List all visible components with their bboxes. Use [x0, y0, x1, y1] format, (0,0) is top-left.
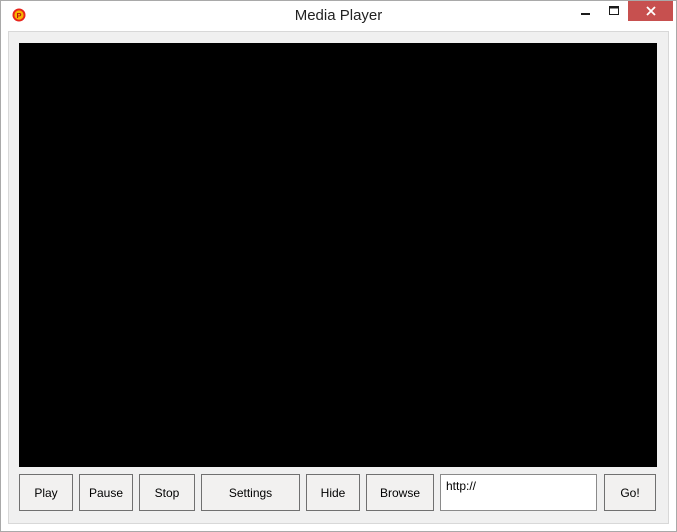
minimize-icon [580, 13, 590, 15]
settings-button[interactable]: Settings [201, 474, 300, 511]
stop-button[interactable]: Stop [139, 474, 195, 511]
close-button[interactable] [628, 1, 673, 21]
go-button[interactable]: Go! [604, 474, 656, 511]
title-bar[interactable]: P Media Player [1, 1, 676, 31]
play-button[interactable]: Play [19, 474, 73, 511]
maximize-button[interactable] [600, 1, 627, 21]
video-display[interactable] [19, 43, 657, 467]
minimize-button[interactable] [572, 1, 599, 21]
url-input[interactable]: http:// [440, 474, 597, 511]
pause-button[interactable]: Pause [79, 474, 133, 511]
maximize-icon [608, 6, 619, 15]
browse-button[interactable]: Browse [366, 474, 434, 511]
close-icon [645, 6, 656, 16]
hide-button[interactable]: Hide [306, 474, 360, 511]
url-input-value: http:// [446, 479, 477, 493]
